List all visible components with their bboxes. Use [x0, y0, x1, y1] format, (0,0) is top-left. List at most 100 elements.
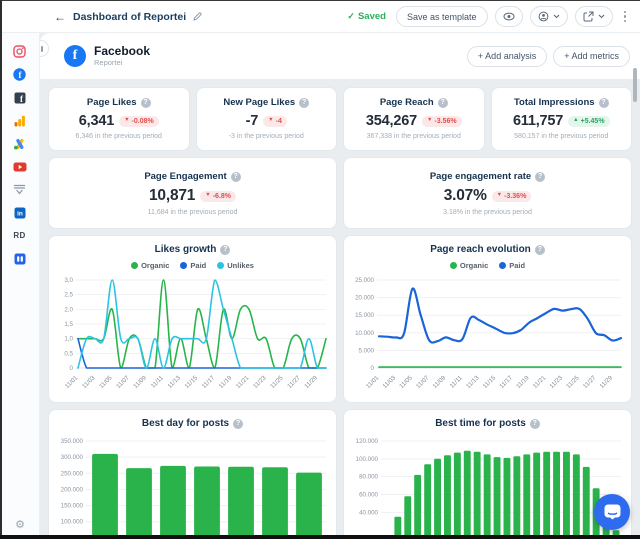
stat-value: 10,871 — [149, 187, 196, 204]
sidebar-item-google-analytics[interactable] — [0, 109, 40, 132]
legend-dot-icon — [449, 262, 457, 269]
help-icon[interactable]: ? — [437, 97, 448, 108]
svg-text:80.000: 80.000 — [359, 474, 378, 481]
chat-widget-button[interactable] — [594, 494, 630, 530]
add-metrics-button[interactable]: + Add metrics — [553, 45, 630, 67]
svg-text:11/23: 11/23 — [548, 374, 564, 390]
svg-text:2,0: 2,0 — [64, 306, 73, 313]
sidebar-item-google-ads[interactable] — [0, 132, 40, 155]
svg-text:250.000: 250.000 — [60, 470, 83, 477]
theme-icon — [538, 11, 548, 22]
stat-value: 6,341 — [78, 113, 115, 129]
svg-text:40.000: 40.000 — [359, 509, 378, 516]
saved-status: ✓ Saved — [347, 11, 386, 22]
stat-title: Total Impressions — [513, 97, 595, 108]
svg-text:3,0: 3,0 — [64, 277, 73, 284]
legend-item-organic[interactable]: Organic — [449, 261, 488, 270]
trend-down-icon: ▼ — [124, 117, 130, 124]
svg-text:300.000: 300.000 — [60, 454, 83, 461]
collapse-toggle-button[interactable] — [40, 40, 49, 57]
help-icon[interactable]: ? — [230, 171, 241, 182]
trend-down-icon: ▼ — [426, 117, 433, 124]
youtube-icon — [13, 162, 26, 171]
stat-card-page-likes: Page Likes? 6,341 ▼ -0.08% 6,346 in the pr… — [48, 87, 190, 151]
svg-text:11/01: 11/01 — [364, 374, 380, 390]
edit-pencil-icon[interactable] — [193, 12, 202, 21]
chart-title: Likes growth — [154, 244, 217, 255]
trend-down-icon: ▼ — [496, 192, 503, 199]
help-icon[interactable]: ? — [534, 244, 545, 255]
stat-value: 3.07% — [443, 187, 487, 204]
chevron-down-icon — [553, 14, 559, 19]
legend-item-organic[interactable]: Organic — [131, 261, 169, 270]
help-icon[interactable]: ? — [233, 418, 244, 429]
svg-text:in: in — [17, 210, 23, 217]
vertical-scrollbar[interactable] — [633, 68, 637, 102]
chat-bubble-icon — [604, 504, 620, 520]
sidebar-item-facebook-page[interactable]: f — [0, 86, 40, 109]
legend-dot-icon — [131, 262, 139, 269]
svg-text:11/27: 11/27 — [581, 374, 597, 390]
sidebar-item-tv[interactable] — [0, 178, 40, 201]
help-icon[interactable]: ? — [220, 244, 231, 255]
sidebar-item-facebook[interactable]: f — [0, 63, 40, 86]
svg-text:5.000: 5.000 — [358, 347, 374, 354]
help-icon[interactable]: ? — [598, 97, 609, 108]
chevron-down-icon — [598, 14, 604, 19]
theme-dropdown-button[interactable] — [529, 6, 568, 27]
gear-icon[interactable]: ⚙ — [0, 518, 40, 531]
svg-text:10.000: 10.000 — [355, 330, 374, 337]
sidebar-item-rd-station[interactable]: RD — [0, 224, 40, 247]
trend-badge: ▼ -6.8% — [200, 190, 236, 202]
svg-text:11/15: 11/15 — [481, 374, 497, 390]
svg-text:20.000: 20.000 — [355, 295, 374, 302]
svg-text:0: 0 — [370, 365, 374, 372]
svg-text:25.000: 25.000 — [355, 277, 374, 284]
sidebar-item-app[interactable] — [0, 247, 40, 270]
legend-dot-icon — [217, 262, 225, 269]
platform-subtitle: Reportei — [94, 58, 123, 68]
facebook-logo-icon: f — [64, 44, 86, 67]
chart-legend: Organic Paid Unlikes — [49, 261, 336, 270]
stat-card-page-engagement: Page Engagement? 10,871 ▼ -6.8% 11,684 in … — [48, 157, 337, 229]
stat-title: Page Engagement — [144, 171, 227, 182]
svg-text:11/19: 11/19 — [217, 374, 233, 390]
help-icon[interactable]: ? — [529, 418, 540, 429]
preview-button[interactable] — [494, 6, 523, 27]
instagram-icon — [13, 45, 26, 58]
platform-header: f Facebook Reportei + Add analysis + Add… — [40, 33, 640, 79]
svg-text:11/01: 11/01 — [63, 374, 79, 390]
svg-text:150.000: 150.000 — [60, 503, 83, 510]
help-icon[interactable]: ? — [299, 97, 310, 108]
svg-text:11/03: 11/03 — [80, 374, 96, 390]
svg-text:11/21: 11/21 — [234, 374, 250, 390]
stat-previous: 3.18% in the previous period — [443, 209, 532, 216]
svg-text:0,5: 0,5 — [64, 350, 73, 357]
trend-down-icon: ▼ — [205, 192, 211, 199]
chart-title: Best day for posts — [141, 418, 230, 429]
trend-badge: ▼ -0.08% — [119, 115, 159, 127]
legend-item-unlikes[interactable]: Unlikes — [217, 261, 254, 270]
blue-app-icon — [14, 253, 25, 264]
legend-item-paid[interactable]: Paid — [180, 261, 206, 270]
help-icon[interactable]: ? — [535, 171, 546, 182]
sidebar-item-instagram[interactable] — [0, 40, 40, 63]
google-ads-icon — [13, 138, 24, 149]
chart-card-page-reach-evolution: Page reach evolution? Organic Paid 0 5.000… — [343, 235, 632, 403]
svg-text:2,5: 2,5 — [64, 292, 73, 299]
kebab-menu-icon[interactable] — [620, 9, 631, 25]
window-frame-left — [0, 0, 2, 539]
back-arrow-icon[interactable]: ← — [54, 11, 66, 23]
help-icon[interactable]: ? — [140, 97, 151, 108]
export-dropdown-button[interactable] — [574, 6, 613, 27]
save-as-template-button[interactable]: Save as template — [395, 6, 488, 27]
dashboard-title: Dashboard of Reportei — [73, 10, 187, 23]
add-analysis-button[interactable]: + Add analysis — [466, 45, 548, 67]
sidebar-item-youtube[interactable] — [0, 155, 40, 178]
trend-badge: ▼ -3.56% — [421, 115, 462, 127]
svg-text:100.000: 100.000 — [60, 519, 83, 526]
svg-text:11/21: 11/21 — [531, 374, 547, 390]
legend-item-paid[interactable]: Paid — [499, 261, 525, 270]
sidebar-item-linkedin[interactable]: in — [0, 201, 40, 224]
page-reach-evolution-chart: 0 5.000 10.000 15.000 20.000 25.000 11/01 11/03… — [355, 277, 622, 390]
